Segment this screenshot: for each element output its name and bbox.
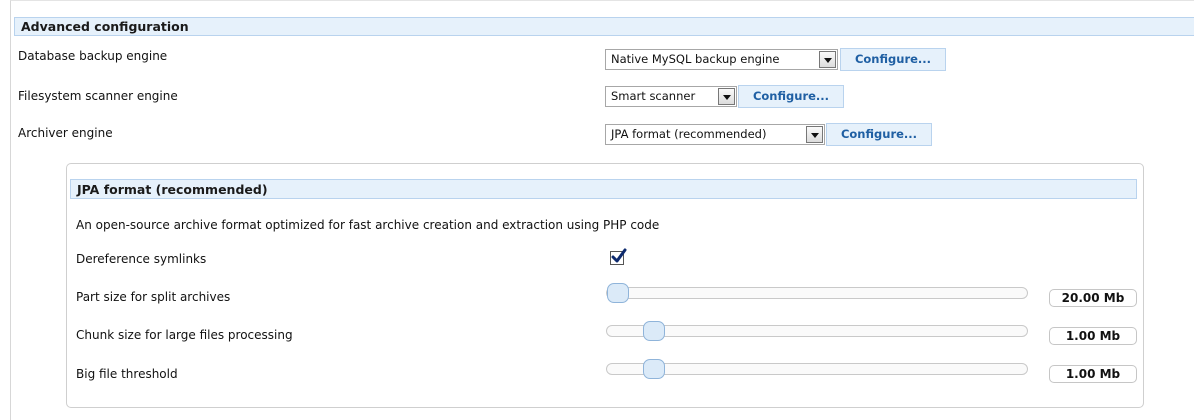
checkmark-icon [611, 248, 627, 263]
jpa-format-description: An open-source archive format optimized … [76, 218, 660, 232]
chunk-size-slider[interactable] [606, 321, 1028, 341]
filesystem-configure-button[interactable]: Configure... [738, 85, 844, 108]
filesystem-scanner-engine-label: Filesystem scanner engine [18, 89, 178, 103]
database-backup-engine-label: Database backup engine [18, 49, 168, 63]
archiver-configure-button[interactable]: Configure... [826, 123, 932, 146]
section-header-advanced-configuration: Advanced configuration [14, 17, 1194, 36]
chevron-down-icon[interactable] [806, 126, 823, 143]
dereference-symlinks-label: Dereference symlinks [76, 252, 207, 266]
big-file-threshold-label: Big file threshold [76, 367, 178, 381]
part-size-value: 20.00 Mb [1049, 289, 1137, 307]
archiver-engine-select[interactable]: JPA format (recommended) [605, 124, 825, 145]
database-configure-button[interactable]: Configure... [840, 48, 946, 71]
archiver-engine-label: Archiver engine [18, 126, 113, 140]
big-file-threshold-slider-handle[interactable] [643, 359, 665, 379]
part-size-slider[interactable] [606, 283, 1028, 303]
part-size-label: Part size for split archives [76, 290, 231, 304]
chunk-size-value: 1.00 Mb [1049, 327, 1137, 345]
chunk-size-label: Chunk size for large files processing [76, 328, 293, 342]
part-size-slider-handle[interactable] [607, 283, 629, 303]
big-file-threshold-slider[interactable] [606, 359, 1028, 379]
filesystem-scanner-engine-value: Smart scanner [611, 89, 696, 103]
chevron-down-icon[interactable] [819, 51, 836, 68]
archiver-engine-value: JPA format (recommended) [611, 127, 767, 141]
chunk-size-slider-handle[interactable] [643, 321, 665, 341]
filesystem-scanner-engine-select[interactable]: Smart scanner [605, 86, 737, 107]
jpa-format-panel-title: JPA format (recommended) [70, 179, 1137, 199]
big-file-threshold-value: 1.00 Mb [1049, 365, 1137, 383]
database-backup-engine-select[interactable]: Native MySQL backup engine [605, 49, 838, 70]
dereference-symlinks-checkbox[interactable] [610, 248, 627, 265]
chevron-down-icon[interactable] [718, 88, 735, 105]
database-backup-engine-value: Native MySQL backup engine [611, 52, 780, 66]
